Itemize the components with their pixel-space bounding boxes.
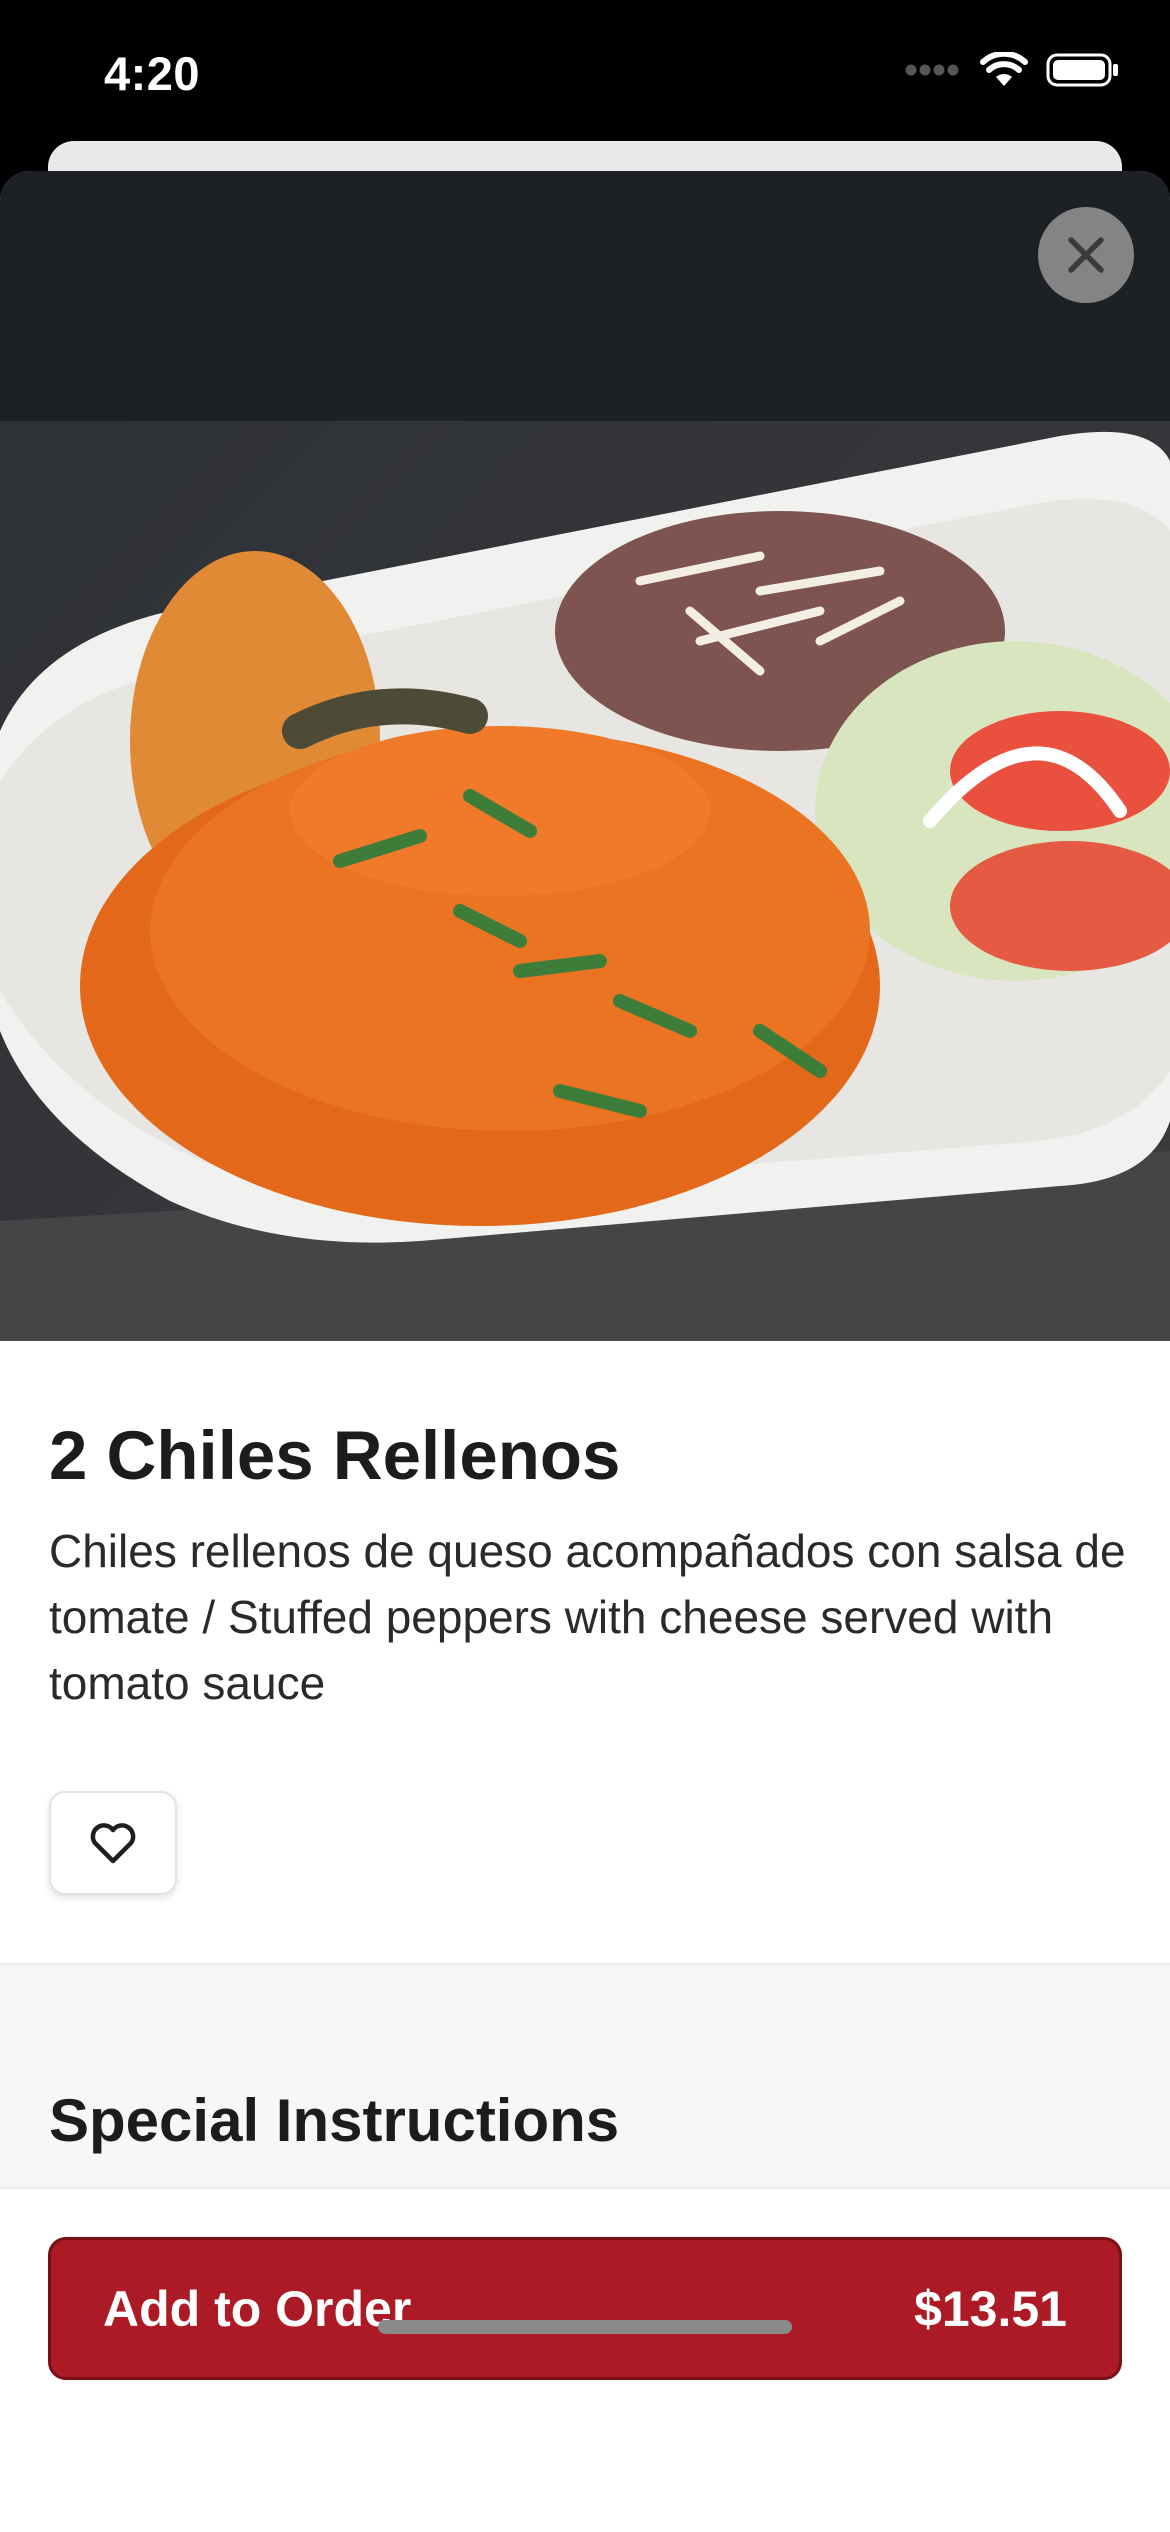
home-indicator — [378, 2320, 792, 2334]
item-description: Chiles rellenos de queso acompañados con… — [49, 1525, 1126, 1709]
battery-icon — [1046, 53, 1118, 87]
status-time: 4:20 — [104, 47, 201, 100]
close-button[interactable] — [1038, 207, 1134, 303]
item-title: 2 Chiles Rellenos — [49, 1417, 621, 1494]
order-price: $13.51 — [914, 2280, 1067, 2337]
item-photo — [0, 171, 1170, 1341]
signal-icon — [905, 64, 959, 76]
special-instructions-heading: Special Instructions — [49, 2087, 620, 2154]
add-to-order-button[interactable]: Add to Order $13.51 — [48, 2237, 1122, 2380]
favorite-button[interactable] — [49, 1791, 177, 1895]
add-to-order-label: Add to Order — [103, 2280, 412, 2337]
close-icon — [1068, 237, 1104, 273]
status-bar: 4:20 — [0, 0, 1170, 150]
status-icons — [904, 52, 1120, 88]
heart-icon — [90, 1823, 136, 1864]
wifi-icon — [980, 52, 1028, 86]
item-detail-sheet: 2 Chiles Rellenos Chiles rellenos de que… — [0, 171, 1170, 2532]
